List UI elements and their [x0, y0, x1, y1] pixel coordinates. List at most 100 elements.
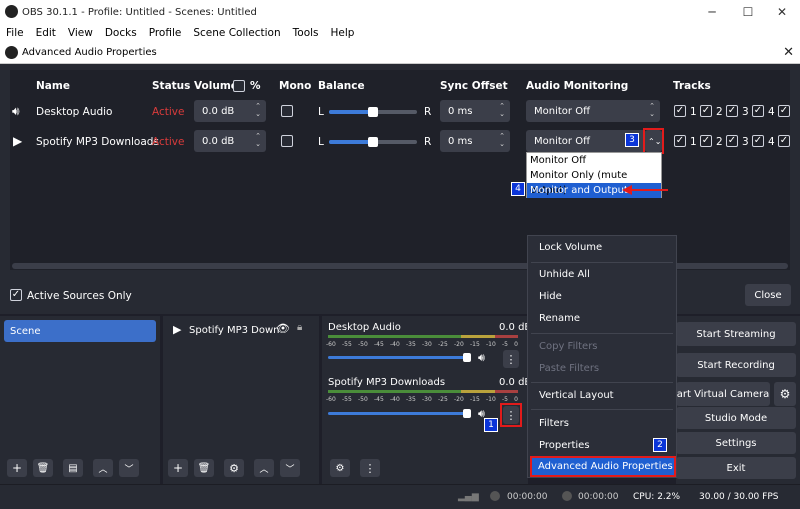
- menu-lock-volume[interactable]: Lock Volume: [539, 242, 602, 253]
- meter-scale-tick: 0: [514, 396, 518, 403]
- meter-scale-tick: -20: [454, 341, 464, 348]
- settings-button[interactable]: Settings: [676, 432, 796, 454]
- window-title: OBS 30.1.1 - Profile: Untitled - Scenes:…: [22, 6, 257, 18]
- menu-view[interactable]: View: [62, 27, 99, 39]
- option-monitor-only[interactable]: Monitor Only (mute output): [527, 168, 661, 196]
- menu-unhide-all[interactable]: Unhide All: [539, 269, 590, 280]
- menu-tools[interactable]: Tools: [287, 27, 325, 39]
- menu-scene-collection[interactable]: Scene Collection: [187, 27, 286, 39]
- track-label: 4: [768, 136, 775, 148]
- gear-icon[interactable]: ⚙: [224, 459, 244, 477]
- add-scene-icon[interactable]: +: [7, 459, 27, 477]
- menu-paste-filters[interactable]: Paste Filters: [539, 363, 599, 374]
- track-checkbox[interactable]: ✓: [700, 105, 712, 117]
- balance-slider-handle[interactable]: [368, 107, 378, 117]
- level-meter: [328, 335, 518, 338]
- scene-item[interactable]: Scene: [4, 320, 156, 342]
- chevron-down-icon[interactable]: ﹀: [280, 459, 300, 477]
- header-name: Name: [36, 80, 70, 92]
- track-checkbox[interactable]: ✓: [778, 105, 790, 117]
- filter-icon[interactable]: ▤: [63, 459, 83, 477]
- mono-checkbox[interactable]: [281, 135, 293, 147]
- chevron-down-icon[interactable]: ﹀: [119, 459, 139, 477]
- menu-help[interactable]: Help: [325, 27, 361, 39]
- source-label: Spotify MP3 Down: [189, 325, 280, 336]
- volume-fader-handle[interactable]: [463, 353, 471, 362]
- volume-fader[interactable]: [328, 356, 468, 359]
- eye-icon[interactable]: 👁︎: [276, 322, 290, 335]
- close-window-icon[interactable]: ✕: [760, 0, 800, 24]
- menu-edit[interactable]: Edit: [30, 27, 62, 39]
- dialog-close-icon[interactable]: ✕: [783, 45, 794, 60]
- meter-scale-tick: -45: [374, 396, 384, 403]
- menu-copy-filters[interactable]: Copy Filters: [539, 341, 598, 352]
- track-checkbox[interactable]: ✓: [726, 135, 738, 147]
- volume-fader-handle[interactable]: [463, 409, 471, 418]
- annotation-arrow-icon: [622, 185, 668, 195]
- chevron-up-icon[interactable]: ︿: [254, 459, 274, 477]
- mixer-settings-icon[interactable]: ⚙: [330, 459, 350, 477]
- track-checkbox[interactable]: ✓: [674, 135, 686, 147]
- header-mono: Mono: [279, 80, 312, 92]
- balance-slider-handle[interactable]: [368, 137, 378, 147]
- close-button[interactable]: Close: [745, 284, 791, 306]
- start-streaming-button[interactable]: Start Streaming: [676, 322, 796, 346]
- menu-properties[interactable]: Properties: [539, 440, 590, 451]
- menu-file[interactable]: File: [0, 27, 30, 39]
- balance-right-label: R: [424, 106, 432, 118]
- speaker-icon[interactable]: 🔊︎: [478, 351, 485, 365]
- gear-icon[interactable]: ⚙: [774, 382, 796, 406]
- scene-label: Scene: [10, 325, 41, 337]
- add-source-icon[interactable]: +: [168, 459, 188, 477]
- menu-filters[interactable]: Filters: [539, 418, 569, 429]
- volume-fader[interactable]: [328, 412, 468, 415]
- exit-button[interactable]: Exit: [676, 457, 796, 479]
- trash-icon[interactable]: 🗑︎: [33, 459, 53, 477]
- active-only-checkbox[interactable]: ✓: [10, 289, 22, 301]
- header-percent: %: [250, 80, 261, 92]
- track-checkbox[interactable]: ✓: [674, 105, 686, 117]
- meter-scale: -60 -55 -50 -45 -40 -35 -30 -25 -20 -15 -10 -5 0: [326, 396, 518, 403]
- start-recording-button[interactable]: Start Recording: [676, 353, 796, 377]
- mono-checkbox[interactable]: [281, 105, 293, 117]
- option-monitor-off[interactable]: Monitor Off: [527, 153, 661, 168]
- spin-icon[interactable]: ⌃ ⌄: [253, 102, 263, 118]
- step-badge: 2: [653, 438, 667, 452]
- sync-offset-input[interactable]: 0 ms ⌃ ⌄: [440, 130, 510, 152]
- meter-scale-tick: -10: [486, 396, 496, 403]
- menu-vertical-layout[interactable]: Vertical Layout: [539, 390, 614, 401]
- volume-value: 0.0 dB: [202, 135, 235, 147]
- chevron-updown-icon[interactable]: ⌃ ⌄: [647, 102, 657, 118]
- menu-profile[interactable]: Profile: [143, 27, 188, 39]
- window-titlebar: OBS 30.1.1 - Profile: Untitled - Scenes:…: [0, 0, 800, 24]
- chevron-up-icon[interactable]: ︿: [93, 459, 113, 477]
- lock-icon[interactable]: 🔒︎: [297, 322, 302, 333]
- track-checkbox[interactable]: ✓: [726, 105, 738, 117]
- trash-icon[interactable]: 🗑︎: [194, 459, 214, 477]
- menu-rename[interactable]: Rename: [539, 313, 580, 324]
- menu-docks[interactable]: Docks: [99, 27, 143, 39]
- menu-hide[interactable]: Hide: [539, 291, 562, 302]
- meter-scale-tick: -45: [374, 341, 384, 348]
- start-virtual-camera-button[interactable]: art Virtual Camera: [676, 382, 770, 406]
- spin-icon[interactable]: ⌃ ⌄: [497, 132, 507, 148]
- header-tracks: Tracks: [673, 80, 711, 92]
- track-checkbox[interactable]: ✓: [778, 135, 790, 147]
- menu-advanced-audio-properties[interactable]: Advanced Audio Properties: [530, 456, 676, 477]
- spin-icon[interactable]: ⌃ ⌄: [497, 102, 507, 118]
- volume-input[interactable]: 0.0 dB ⌃ ⌄: [194, 100, 266, 122]
- studio-mode-button[interactable]: Studio Mode: [676, 407, 796, 429]
- balance-left-label: L: [318, 136, 324, 148]
- spin-icon[interactable]: ⌃ ⌄: [253, 132, 263, 148]
- track-checkbox[interactable]: ✓: [752, 135, 764, 147]
- header-sync: Sync Offset: [440, 80, 508, 92]
- track-checkbox[interactable]: ✓: [700, 135, 712, 147]
- track-checkbox[interactable]: ✓: [752, 105, 764, 117]
- sync-offset-input[interactable]: 0 ms ⌃ ⌄: [440, 100, 510, 122]
- kebab-menu-icon[interactable]: ⋮: [503, 350, 519, 368]
- monitoring-select[interactable]: Monitor Off ⌃ ⌄: [526, 100, 660, 122]
- percent-checkbox[interactable]: [233, 80, 245, 92]
- kebab-menu-icon[interactable]: ⋮: [360, 459, 380, 477]
- volume-input[interactable]: 0.0 dB ⌃ ⌄: [194, 130, 266, 152]
- meter-scale-tick: -40: [390, 341, 400, 348]
